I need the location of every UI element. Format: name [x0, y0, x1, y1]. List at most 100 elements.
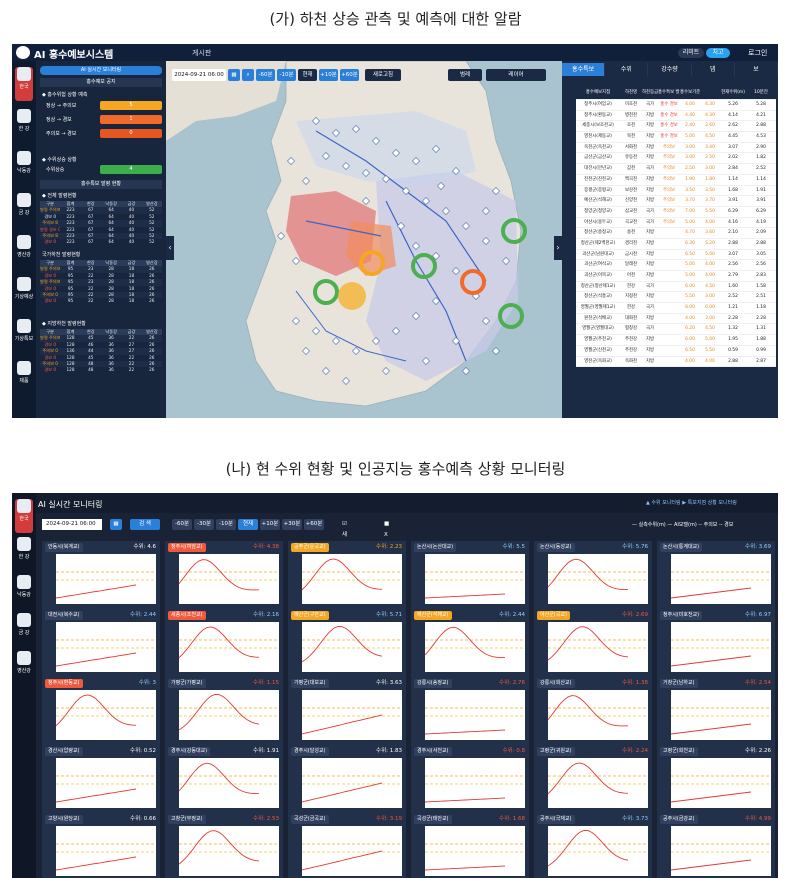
station-chart[interactable]: 경주시(달성교) 수위: 1.83 [288, 745, 406, 813]
monitor-datetime[interactable]: 2024-09-21 06:00 [42, 519, 102, 530]
nav-item[interactable]: 영산강 [15, 651, 33, 685]
search-button[interactable]: 검 색 [130, 519, 160, 530]
rise-count[interactable]: 4 [100, 165, 162, 174]
station-chart[interactable]: 예산군(구만교) 수위: 5.71 [288, 609, 406, 677]
forecast-row[interactable]: 세종시(보조천교) 조천 지방 홍수 경보 2.40 2.60 2.62 2.88 [576, 121, 776, 133]
tab-1[interactable]: 수위 [605, 63, 649, 76]
station-chart[interactable]: 강릉시(회산교) 수위: 1.38 [534, 677, 652, 745]
nav-item[interactable]: 기상예상 [15, 277, 33, 311]
forecast-row[interactable]: 청산군(석흥교) 지정천 지방 5.50 3.00 2.52 2.51 [576, 292, 776, 304]
station-chart[interactable]: 강릉시(송정교) 수위: 2.76 [411, 677, 529, 745]
forecast-row[interactable]: 영천군(옥화교) 옥화천 지방 4.00 4.00 2.88 2.87 [576, 357, 776, 368]
forecast-row[interactable]: 영월군(영월대교) 평창강 국가 6.20 4.50 1.32 1.31 [576, 324, 776, 336]
station-chart[interactable]: 곡성군(태안교) 수위: 1.68 [411, 813, 529, 878]
table-row[interactable]: 경보 0 128 48 36 22 26 [40, 367, 162, 373]
forecast-row[interactable]: 괴산군(이목교) 어천 지방 5.00 4.00 2.79 2.83 [576, 271, 776, 282]
station-chart[interactable]: 대전시(복수교) 수위: 2.44 [42, 609, 160, 677]
forecast-row[interactable]: 옥천군(옥천교) 서화천 지방 주의보 3.00 3.40 3.07 2.90 [576, 143, 776, 154]
table-row[interactable]: 경보 0 95 22 28 18 26 [40, 298, 162, 304]
forecast-row[interactable]: 청산군(청산제1교) 한강 국가 6.00 4.50 1.60 1.58 [576, 282, 776, 293]
nav-item[interactable]: 영산강 [15, 235, 33, 269]
board-link[interactable]: 게시판 [192, 48, 211, 58]
mode-toggle[interactable]: 치고 [706, 48, 730, 58]
limit-toggle[interactable]: 리미트 [678, 48, 704, 58]
station-chart[interactable]: 가평군(가평교) 수위: 1.15 [165, 677, 283, 745]
nav-item[interactable]: 한국 [15, 67, 33, 101]
forecast-row[interactable]: 영월군(신천교) 주천강 지방 6.50 5.50 0.59 0.99 [576, 346, 776, 357]
forecast-row[interactable]: 영천시(제동교) 북천 지방 홍수 경보 5.00 4.50 4.45 4.53 [576, 132, 776, 143]
calendar-icon[interactable]: ▦ [228, 69, 240, 81]
station-chart[interactable]: 논산시(통계대교) 수위: 3.69 [657, 541, 775, 609]
alert-count[interactable]: 1 [100, 115, 162, 124]
forecast-row[interactable]: 괴산군(남원대교) 금시천 지방 6.50 5.00 3.07 3.05 [576, 250, 776, 261]
forecast-row[interactable]: 진천군(진천교) 백곡천 지방 주의보 1.90 1.80 1.14 1.14 [576, 175, 776, 186]
station-marker[interactable] [462, 367, 470, 375]
station-chart[interactable]: 고령군(귀원교) 수위: 2.24 [534, 745, 652, 813]
forecast-row[interactable]: 증평군(증평교) 보강천 지방 주의보 3.50 3.50 1.68 1.91 [576, 186, 776, 197]
alert-count[interactable]: 0 [100, 129, 162, 138]
river-map[interactable]: 2024-09-21 06:00 ▦ ⌕ -60분 -10분 현재 +10분 +60분 … [166, 61, 562, 418]
layer-dropdown[interactable]: 레이어 [486, 69, 546, 81]
nav-item[interactable]: 제품 [15, 361, 33, 395]
forecast-row[interactable]: 금산군(금산교) 유등천 지방 주의보 3.00 2.50 2.02 1.82 [576, 153, 776, 165]
forecast-row[interactable]: 청주시(여암교) 미호천 국가 홍수 경보 4.00 4.30 5.26 5.28 [576, 100, 776, 111]
calendar-icon[interactable]: ▦ [110, 519, 122, 530]
time-step-button[interactable]: -10분 [216, 519, 236, 530]
station-chart[interactable]: 경주시(서천교) 수위: 0.8 [411, 745, 529, 813]
nav-item[interactable]: 금 강 [15, 193, 33, 227]
forecast-row[interactable]: 청양군(청양교) 삼교천 국가 주의보 7.00 5.50 6.29 6.29 [576, 207, 776, 218]
refresh-checkbox[interactable]: 새로고침 [365, 69, 401, 81]
time-step-button[interactable]: +10분 [319, 69, 338, 81]
forecast-row[interactable]: 대전시(만년교) 갑천 국가 주의보 2.50 3.00 2.84 2.52 [576, 164, 776, 175]
search-icon[interactable]: ⌕ [242, 69, 254, 81]
login-link[interactable]: 로그인 [748, 48, 767, 58]
map-datetime[interactable]: 2024-09-21 06:00 [172, 69, 226, 81]
tab-4[interactable]: 보 [735, 63, 778, 76]
station-marker[interactable] [492, 347, 500, 355]
station-chart[interactable]: 논산시(동성교) 수위: 5.76 [534, 541, 652, 609]
time-step-button[interactable]: -30분 [194, 519, 214, 530]
station-chart[interactable]: 공주군(운곡교) 수위: 2.23 [288, 541, 406, 609]
station-chart[interactable]: 고창군(부정교) 수위: 2.53 [165, 813, 283, 878]
time-step-button[interactable]: 현재 [298, 69, 317, 81]
forecast-row[interactable]: 원천군(석배교) 대화천 지방 4.00 3.00 2.28 2.28 [576, 314, 776, 325]
station-chart[interactable]: 안동시(북계교) 수위: 4.6 [42, 541, 160, 609]
collapse-left-handle[interactable]: ‹ [166, 236, 174, 260]
time-step-button[interactable]: -60분 [256, 69, 275, 81]
forecast-row[interactable]: 영월군(주천교) 주천강 지방 6.00 5.00 1.95 1.88 [576, 335, 776, 346]
forecast-row[interactable]: 괴산군(여석교) 달래천 지방 5.00 4.00 2.56 2.56 [576, 260, 776, 271]
station-chart[interactable]: 고령군(회천교) 수위: 2.26 [657, 745, 775, 813]
watch-marker[interactable] [338, 282, 366, 310]
nav-item[interactable]: 한 강 [15, 109, 33, 143]
ai-monitor-button[interactable]: AI 실시간 모니터링 [40, 66, 162, 75]
nav-item[interactable]: 낙동강 [15, 575, 33, 609]
forecast-row[interactable]: 청주시(환동교) 병천천 지방 홍수 경보 4.40 4.30 4.14 4.21 [576, 111, 776, 122]
time-step-button[interactable]: -60분 [172, 519, 192, 530]
forecast-row[interactable]: 청산군(송정교) 송천 지방 4.70 3.60 2.10 2.09 [576, 228, 776, 239]
forecast-row[interactable]: 청산군(제2백천교) 경리천 지방 6.30 5.20 2.88 2.88 [576, 239, 776, 250]
station-chart[interactable]: 경주시(강동대교) 수위: 1.91 [165, 745, 283, 813]
station-chart[interactable]: 아산군(곡교) 수위: 2.69 [534, 609, 652, 677]
station-chart[interactable]: 공주시(국재교) 수위: 3.73 [534, 813, 652, 878]
nav-item[interactable]: 낙동강 [15, 151, 33, 185]
station-chart[interactable]: 경산시(압량교) 수위: 0.52 [42, 745, 160, 813]
time-step-button[interactable]: -10분 [277, 69, 296, 81]
nav-item[interactable]: 한국 [15, 499, 33, 533]
station-chart[interactable]: 곡성군(금곡교) 수위: 3.19 [288, 813, 406, 878]
nav-item[interactable]: 기상특보 [15, 319, 33, 353]
nav-item[interactable]: 금 강 [15, 613, 33, 647]
tab-3[interactable]: 댐 [692, 63, 735, 76]
alert-count[interactable]: 5 [100, 101, 162, 110]
forecast-row[interactable]: 영월군(영월제1교) 한강 국가 8.00 6.00 1.21 1.18 [576, 303, 776, 314]
forecast-row[interactable]: 예산군(석해교) 신양천 지방 주의보 3.70 3.70 3.91 3.91 [576, 196, 776, 207]
station-chart[interactable]: 청주시(환동교) 수위: 3 [42, 677, 160, 745]
time-step-button[interactable]: +60분 [340, 69, 359, 81]
station-chart[interactable]: 세종시(조천교) 수위: 2.16 [165, 609, 283, 677]
station-chart[interactable]: 예산군(석해교) 수위: 2.44 [411, 609, 529, 677]
legend-dropdown[interactable]: 범례 [448, 69, 482, 81]
time-step-button[interactable]: 현재 [238, 519, 258, 530]
station-chart[interactable]: 논산시(논산대교) 수위: 5.5 [411, 541, 529, 609]
station-chart[interactable]: 가평군(대보교) 수위: 3.63 [288, 677, 406, 745]
tab-0[interactable]: 홍수특보 [562, 63, 606, 76]
collapse-right-handle[interactable]: › [554, 236, 562, 260]
